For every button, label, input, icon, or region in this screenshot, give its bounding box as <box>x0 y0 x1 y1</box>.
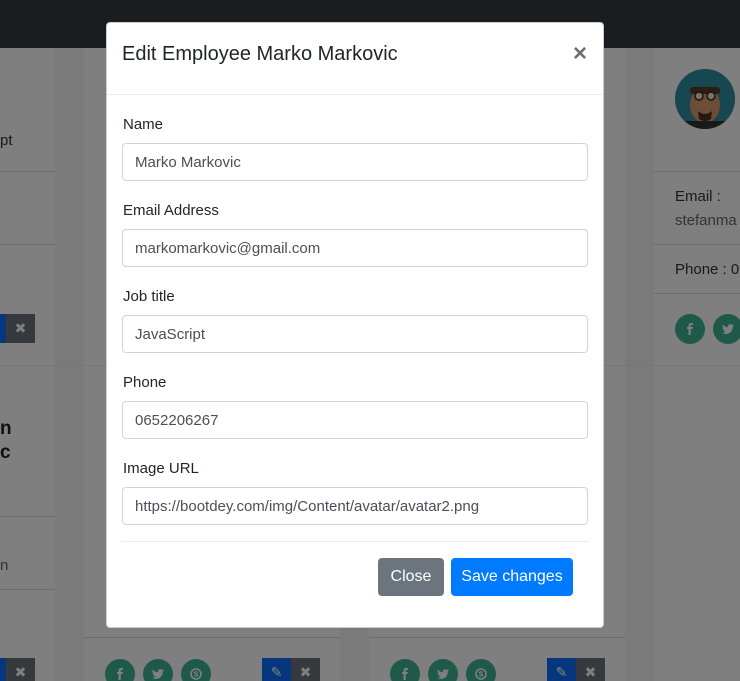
phone-label: Phone <box>123 374 167 391</box>
modal-title: Edit Employee Marko Markovic <box>122 43 398 65</box>
image-url-label: Image URL <box>123 460 199 477</box>
modal-footer-divider <box>122 541 588 542</box>
email-label: Email Address <box>123 202 219 219</box>
close-button[interactable]: Close <box>378 558 444 596</box>
name-label: Name <box>123 116 164 133</box>
modal-header: Edit Employee Marko Markovic × <box>107 23 603 95</box>
phone-input[interactable] <box>122 401 588 439</box>
email-input[interactable] <box>122 229 588 267</box>
job-title-input[interactable] <box>122 315 588 353</box>
job-title-label: Job title <box>123 288 175 305</box>
image-url-input[interactable] <box>122 487 588 525</box>
close-icon[interactable]: × <box>568 41 592 67</box>
name-input[interactable] <box>122 143 588 181</box>
edit-employee-modal: Edit Employee Marko Markovic × Name Emai… <box>106 22 604 628</box>
save-changes-button[interactable]: Save changes <box>451 558 573 596</box>
